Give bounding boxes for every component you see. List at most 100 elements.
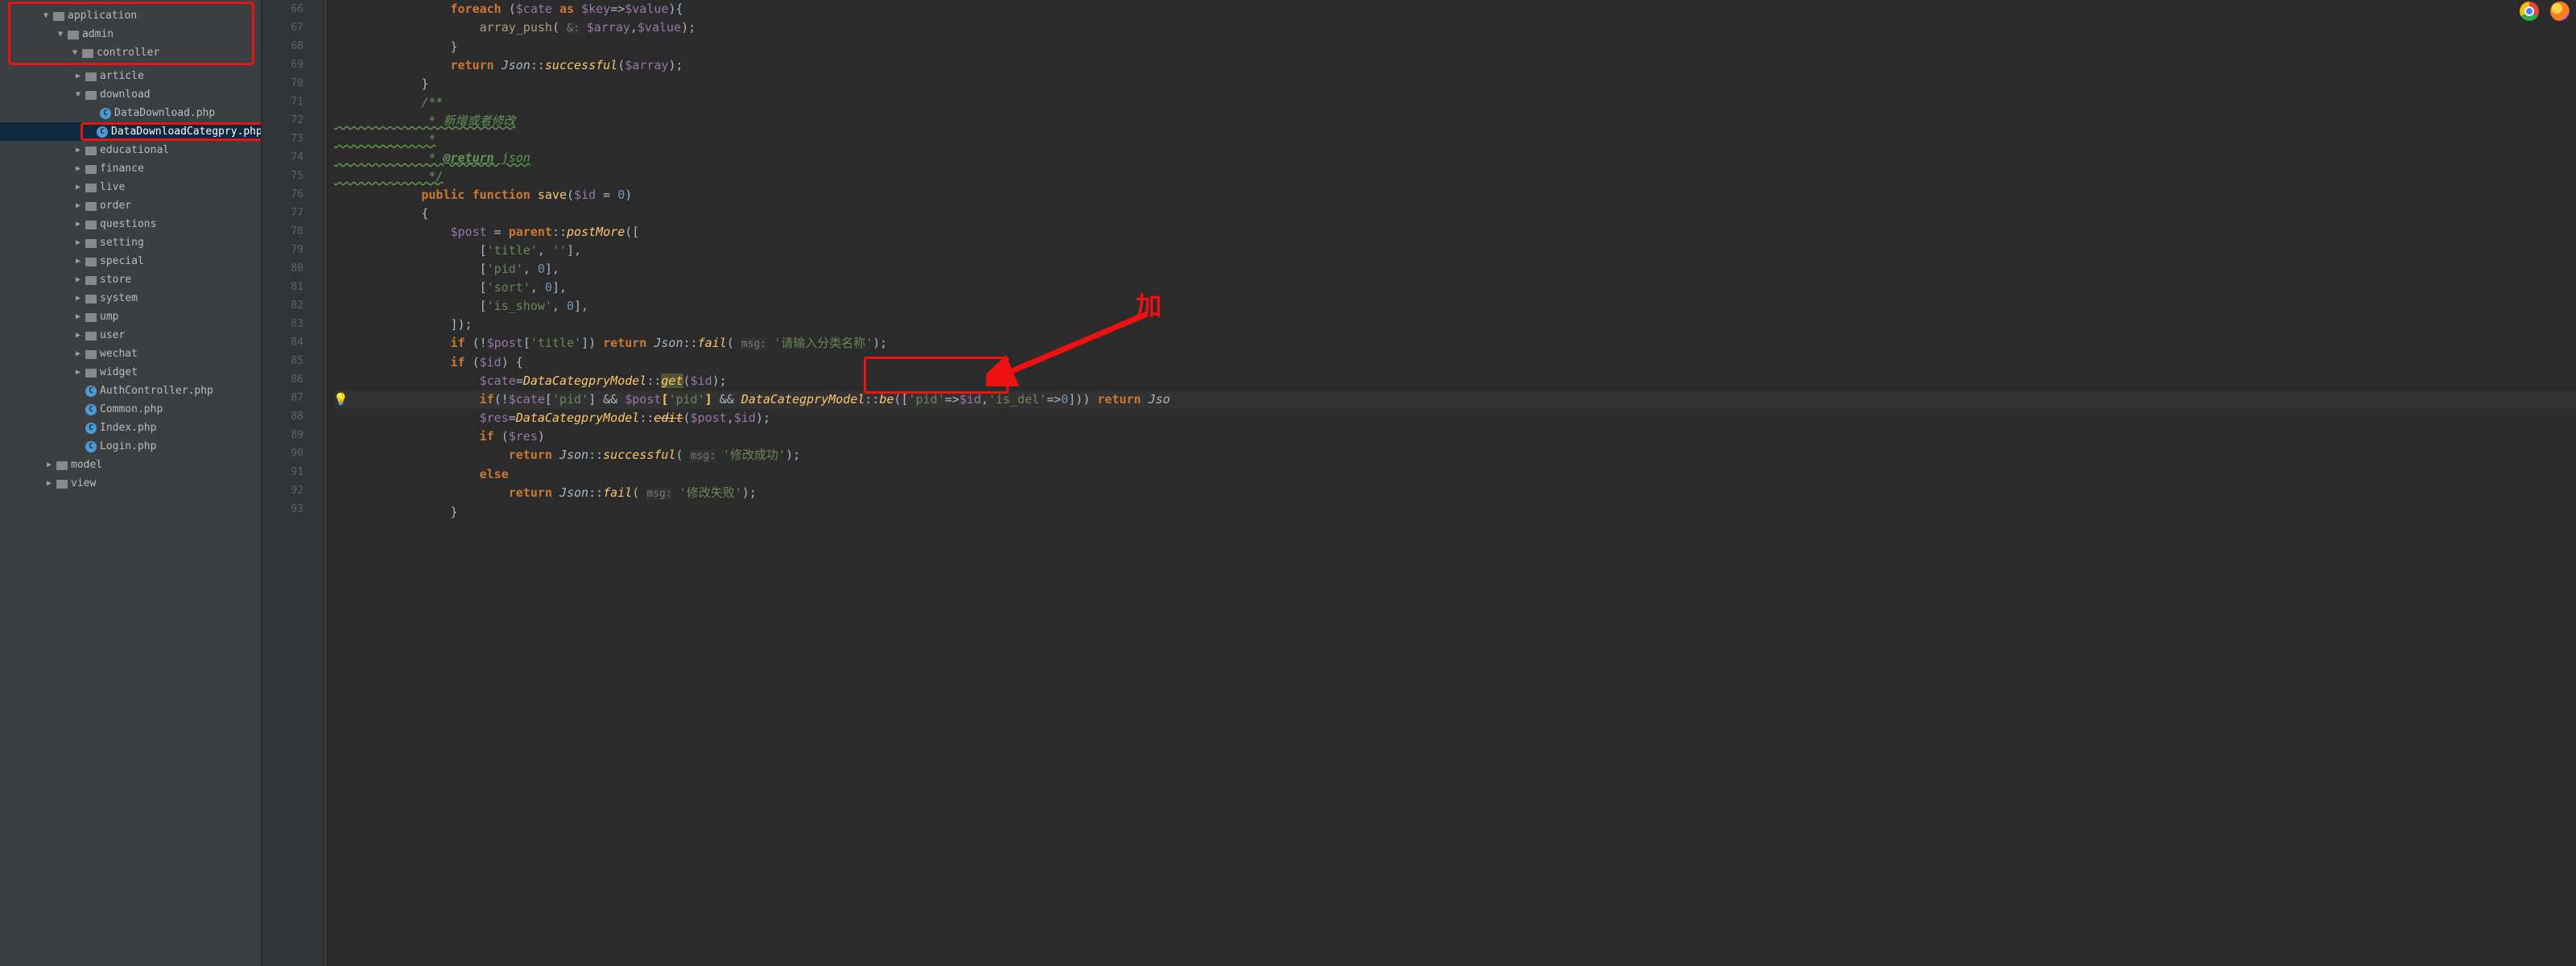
- code-line[interactable]: if(!$cate['pid'] && $post['pid'] && Data…: [334, 390, 2576, 409]
- code-line[interactable]: */: [334, 167, 2576, 186]
- tree-file-DataDownload.php[interactable]: CDataDownload.php: [0, 104, 261, 122]
- tree-folder-live[interactable]: ▶live: [0, 178, 261, 196]
- code-line[interactable]: }: [334, 503, 2576, 522]
- tree-folder-wechat[interactable]: ▶wechat: [0, 345, 261, 363]
- code-line[interactable]: }: [334, 38, 2576, 56]
- code-line[interactable]: return Json::fail( msg: '修改失败');: [334, 484, 2576, 503]
- tree-file-Index.php[interactable]: CIndex.php: [0, 419, 261, 437]
- tree-file-AuthController.php[interactable]: CAuthController.php: [0, 382, 261, 400]
- code-line[interactable]: $post = parent::postMore([: [334, 223, 2576, 242]
- code-line[interactable]: if ($res): [334, 427, 2576, 446]
- chevron-right-icon: ▶: [72, 201, 84, 210]
- folder-icon: [84, 183, 98, 192]
- php-file-icon: C: [84, 441, 98, 452]
- folder-icon: [52, 11, 66, 21]
- chevron-down-icon: ▼: [72, 90, 84, 99]
- code-line[interactable]: ['sort', 0],: [334, 279, 2576, 297]
- line-number: 76: [262, 185, 303, 204]
- folder-icon: [84, 312, 98, 322]
- tree-folder-download[interactable]: ▼ download: [0, 85, 261, 104]
- chevron-down-icon: ▼: [69, 48, 80, 57]
- fold-gutter: [315, 0, 326, 966]
- chrome-icon[interactable]: [2520, 2, 2539, 21]
- tree-item-label: special: [100, 255, 144, 267]
- tree-item-label: view: [71, 477, 96, 489]
- line-number: 77: [262, 204, 303, 222]
- annotation-box-selected-file: CDataDownloadCategpry.php: [80, 122, 262, 141]
- project-tree[interactable]: ▼application▼admin▼controller ▶article▼d…: [0, 0, 262, 966]
- tree-folder-admin[interactable]: ▼admin: [11, 25, 251, 43]
- code-line[interactable]: /**: [334, 93, 2576, 112]
- code-line[interactable]: ['title', ''],: [334, 242, 2576, 260]
- code-line[interactable]: }: [334, 75, 2576, 93]
- tree-folder-special[interactable]: ▶special: [0, 252, 261, 270]
- code-line[interactable]: return Json::successful( msg: '修改成功');: [334, 446, 2576, 465]
- intention-bulb-icon[interactable]: 💡: [333, 390, 349, 409]
- tree-file-Common.php[interactable]: CCommon.php: [0, 400, 261, 419]
- line-number: 81: [262, 278, 303, 296]
- tree-folder-educational[interactable]: ▶educational: [0, 141, 261, 159]
- tree-item-label: system: [100, 292, 138, 304]
- tree-item-label: AuthController.php: [100, 385, 213, 397]
- tree-file-Login.php[interactable]: CLogin.php: [0, 437, 261, 456]
- code-line[interactable]: if ($id) {: [334, 353, 2576, 372]
- tree-item-label: download: [100, 89, 151, 101]
- chevron-right-icon: ▶: [72, 368, 84, 377]
- tree-folder-order[interactable]: ▶ order: [0, 196, 261, 215]
- folder-icon: [84, 220, 98, 229]
- tree-item-label: ump: [100, 311, 118, 323]
- folder-icon: [84, 331, 98, 341]
- tree-folder-store[interactable]: ▶store: [0, 270, 261, 289]
- tree-item-label: model: [71, 459, 102, 471]
- code-line[interactable]: else: [334, 465, 2576, 484]
- tree-item-label: admin: [82, 28, 114, 40]
- line-number: 73: [262, 130, 303, 148]
- tree-item-label: wechat: [100, 348, 138, 360]
- tree-folder-user[interactable]: ▶user: [0, 326, 261, 345]
- code-line[interactable]: $cate=DataCategpryModel::get($id);: [334, 372, 2576, 390]
- tree-item-label: setting: [100, 237, 144, 249]
- folder-icon: [84, 368, 98, 378]
- tree-folder-finance[interactable]: ▶finance: [0, 159, 261, 178]
- code-line[interactable]: public function save($id = 0): [334, 186, 2576, 204]
- chevron-right-icon: ▶: [72, 294, 84, 303]
- code-line[interactable]: * @return json: [334, 149, 2576, 167]
- code-line[interactable]: return Json::successful($array);: [334, 56, 2576, 75]
- tree-folder-widget[interactable]: ▶widget: [0, 363, 261, 382]
- line-number: 79: [262, 241, 303, 259]
- tree-folder-questions[interactable]: ▶questions: [0, 215, 261, 233]
- folder-icon: [55, 479, 69, 489]
- code-editor[interactable]: 6667686970717273747576777879808182838485…: [262, 0, 2576, 966]
- code-line[interactable]: {: [334, 204, 2576, 223]
- folder-icon: [84, 72, 98, 81]
- code-line[interactable]: ]);: [334, 316, 2576, 334]
- tree-folder-application[interactable]: ▼application: [11, 6, 251, 25]
- code-line[interactable]: ['pid', 0],: [334, 260, 2576, 279]
- chevron-down-icon: ▼: [40, 11, 52, 20]
- code-line[interactable]: if (!$post['title']) return Json::fail( …: [334, 334, 2576, 353]
- firefox-icon[interactable]: [2550, 2, 2570, 21]
- tree-folder-controller[interactable]: ▼ controller: [11, 43, 251, 62]
- tree-item-label: controller: [97, 47, 159, 59]
- code-line[interactable]: foreach ($cate as $key=>$value){: [334, 0, 2576, 19]
- code-line[interactable]: ['is_show', 0],: [334, 297, 2576, 316]
- code-line[interactable]: $res=DataCategpryModel::edit($post,$id);: [334, 409, 2576, 427]
- tree-folder-ump[interactable]: ▶ump: [0, 308, 261, 326]
- tree-item-label: DataDownload.php: [114, 107, 215, 119]
- tree-item-label: user: [100, 329, 125, 341]
- chevron-right-icon: ▶: [72, 275, 84, 284]
- tree-item-label: Common.php: [100, 403, 163, 415]
- chevron-right-icon: ▶: [72, 72, 84, 80]
- tree-folder-setting[interactable]: ▶setting: [0, 233, 261, 252]
- code-line[interactable]: *: [334, 130, 2576, 149]
- tree-item-label: DataDownloadCategpry.php: [111, 126, 262, 138]
- code-area[interactable]: foreach ($cate as $key=>$value){ array_p…: [326, 0, 2576, 966]
- tree-folder-model[interactable]: ▶model: [0, 456, 261, 474]
- code-line[interactable]: * 新增或者修改: [334, 112, 2576, 130]
- tree-folder-system[interactable]: ▶ system: [0, 289, 261, 308]
- tree-folder-view[interactable]: ▶view: [0, 474, 261, 493]
- folder-icon: [84, 164, 98, 174]
- tree-item-label: order: [100, 200, 131, 212]
- code-line[interactable]: array_push( &: $array,$value);: [334, 19, 2576, 38]
- tree-folder-article[interactable]: ▶article: [0, 67, 261, 85]
